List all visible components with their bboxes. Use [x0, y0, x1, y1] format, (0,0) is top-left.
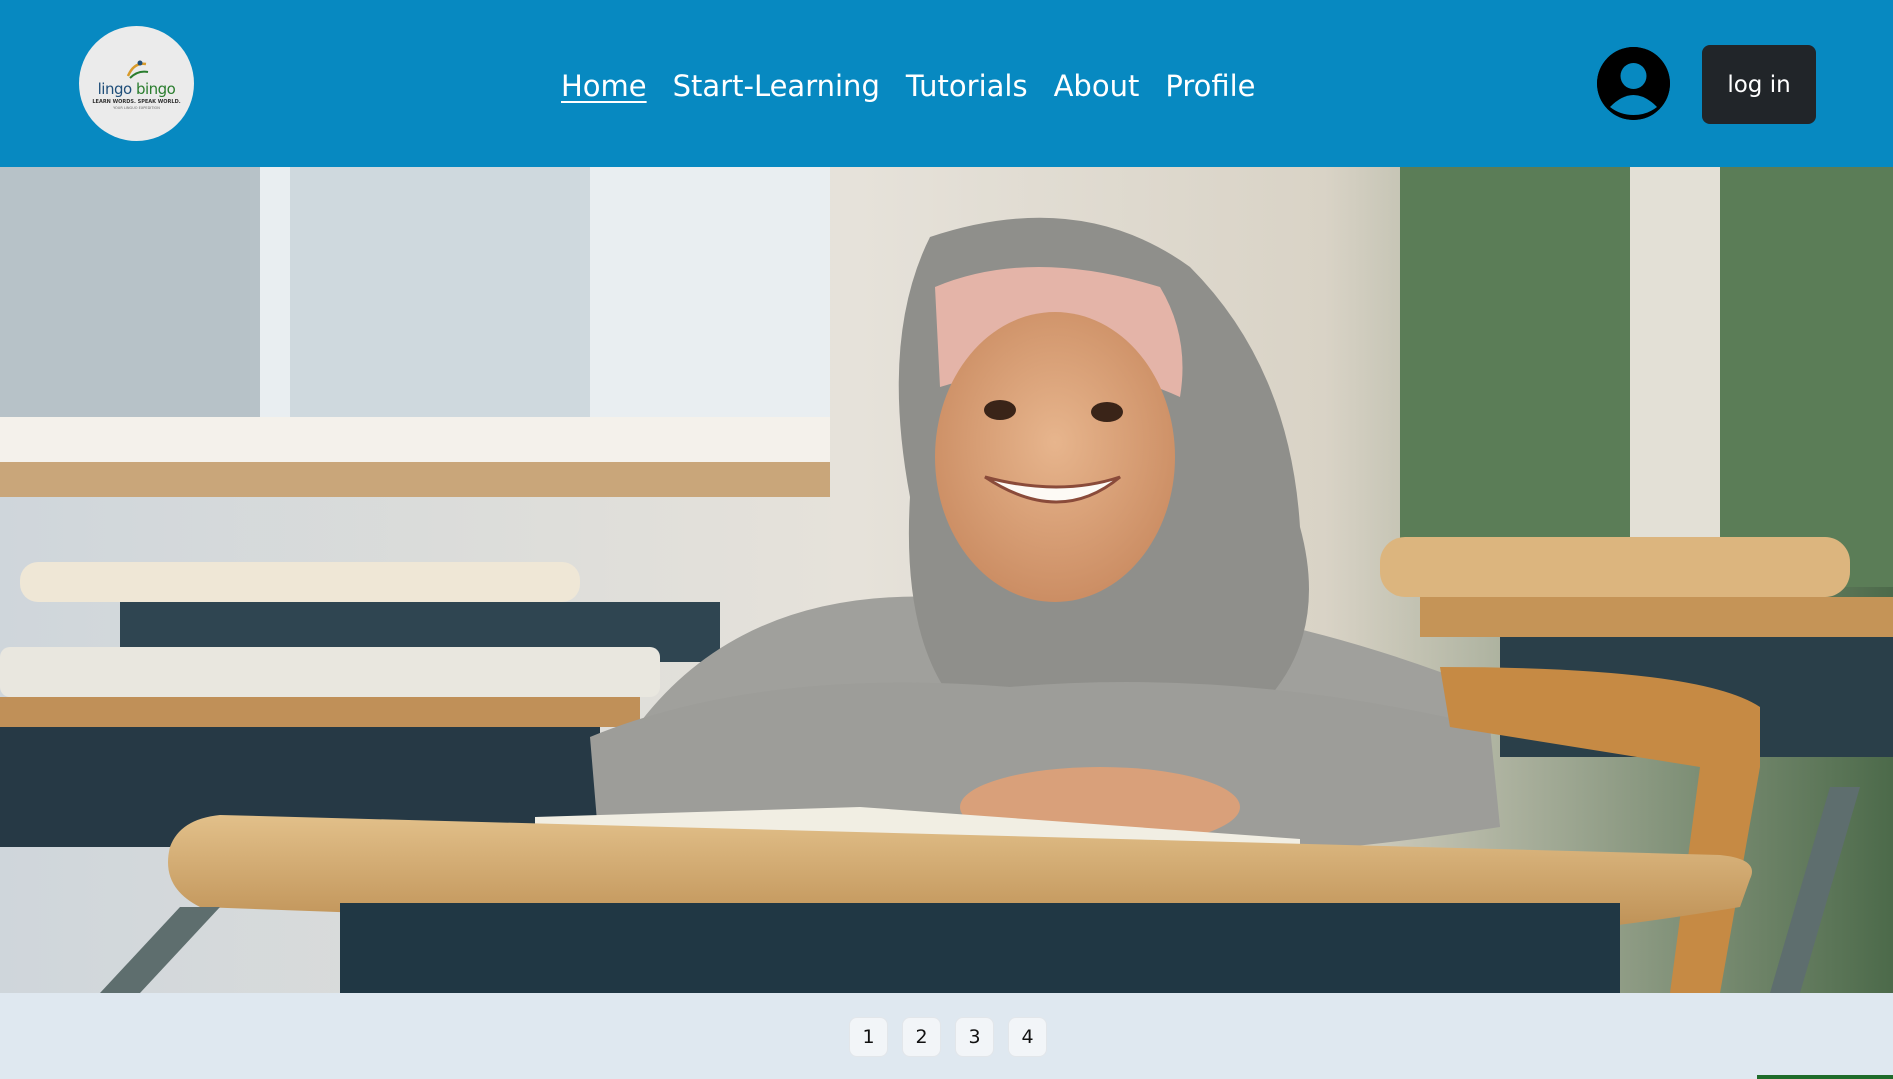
page-button-4[interactable]: 4 [1008, 1017, 1047, 1057]
brand-logo[interactable]: lingo bingo LEARN WORDS. SPEAK WORLD. YO… [79, 26, 194, 141]
brand-tagline: LEARN WORDS. SPEAK WORLD. [92, 98, 181, 105]
main-nav: Home Start-Learning Tutorials About Prof… [561, 64, 1256, 108]
nav-home[interactable]: Home [561, 64, 647, 108]
navbar: lingo bingo LEARN WORDS. SPEAK WORLD. YO… [0, 0, 1893, 167]
brand-name: lingo bingo [97, 79, 176, 98]
user-circle-icon[interactable] [1597, 47, 1670, 120]
scroll-indicator [1757, 1075, 1893, 1079]
pagination: 1 2 3 4 [849, 1017, 1047, 1057]
logo-mark-icon [126, 60, 148, 79]
nav-about[interactable]: About [1054, 64, 1140, 108]
nav-start-learning[interactable]: Start-Learning [673, 64, 880, 108]
page-button-2[interactable]: 2 [902, 1017, 941, 1057]
nav-tutorials[interactable]: Tutorials [906, 64, 1028, 108]
nav-profile[interactable]: Profile [1165, 64, 1255, 108]
page-button-1[interactable]: 1 [849, 1017, 888, 1057]
login-button[interactable]: log in [1702, 45, 1816, 124]
brand-subtagline: YOUR LINGUO EXPEDITION [113, 105, 160, 110]
page-button-3[interactable]: 3 [955, 1017, 994, 1057]
hero-image [0, 167, 1893, 993]
